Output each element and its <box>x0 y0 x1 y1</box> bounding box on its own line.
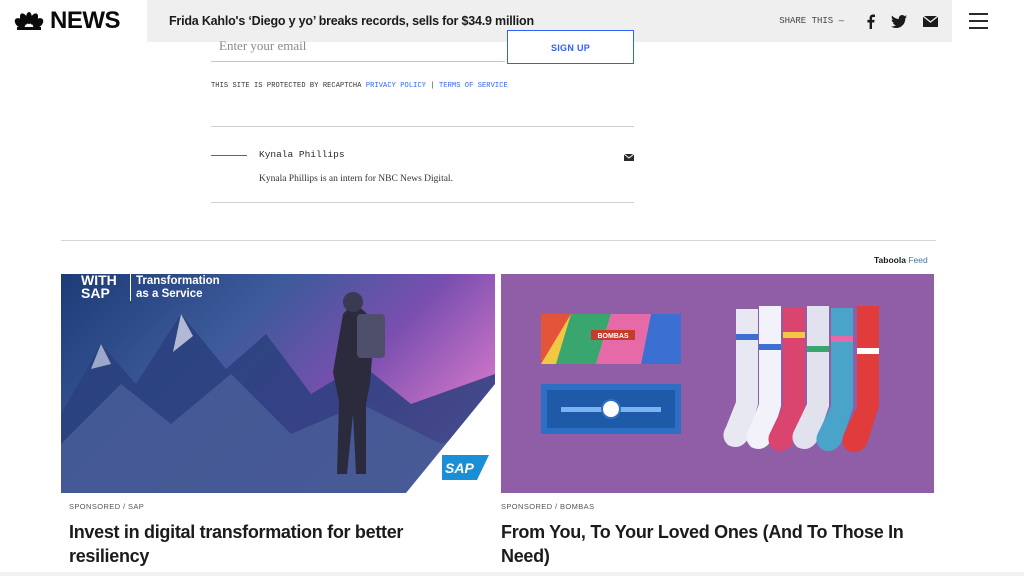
taboola-feed: Feed <box>908 255 928 265</box>
sponsored-card-sap[interactable]: WITH SAP Transformation as a Service SAP… <box>61 274 495 568</box>
ad-tagline: Transformation as a Service <box>136 275 220 300</box>
taboola-feed-label[interactable]: Taboola Feed <box>874 255 928 265</box>
privacy-policy-link[interactable]: PRIVACY POLICY <box>366 82 426 90</box>
nbc-news-logo[interactable]: NEWS <box>0 0 147 42</box>
terms-of-service-link[interactable]: TERMS OF SERVICE <box>439 82 508 90</box>
author-bio: Kynala Phillips is an intern for NBC New… <box>259 174 453 184</box>
box-label: BOMBAS <box>597 333 628 340</box>
link-separator: | <box>430 82 435 90</box>
bottom-edge <box>0 572 1024 576</box>
ad-with-sap-text: WITH SAP <box>81 274 117 301</box>
recaptcha-notice: THIS SITE IS PROTECTED BY RECAPTCHA PRIV… <box>211 82 508 90</box>
recaptcha-text: THIS SITE IS PROTECTED BY RECAPTCHA <box>211 82 362 90</box>
section-divider <box>61 240 936 241</box>
facebook-icon[interactable] <box>866 14 875 29</box>
socks-ad-image[interactable]: BOMBAS <box>501 274 934 493</box>
taboola-brand: Taboola <box>874 255 906 265</box>
signup-button[interactable]: SIGN UP <box>507 30 634 64</box>
card-title[interactable]: From You, To Your Loved Ones (And To Tho… <box>501 520 931 568</box>
sponsor-label: SPONSORED / BOMBAS <box>501 502 595 511</box>
twitter-icon[interactable] <box>891 14 907 28</box>
share-label: SHARE THIS — <box>779 16 844 26</box>
divider <box>211 126 634 127</box>
email-input[interactable] <box>211 30 505 62</box>
author-name[interactable]: Kynala Phillips <box>259 149 345 160</box>
socks-illustration: BOMBAS <box>541 306 879 452</box>
peacock-icon <box>14 12 44 30</box>
menu-icon[interactable] <box>952 0 1005 42</box>
sponsor-label: SPONSORED / SAP <box>69 502 145 511</box>
card-title[interactable]: Invest in digital transformation for bet… <box>69 520 449 568</box>
mail-icon[interactable] <box>923 15 938 27</box>
author-accent-line <box>211 155 247 156</box>
divider <box>211 202 634 203</box>
sap-logo: SAP <box>445 460 474 476</box>
mountain-hiker-illustration <box>61 292 495 493</box>
page: NEWS Frida Kahlo's ‘Diego y yo’ breaks r… <box>0 0 1024 576</box>
sap-ad-image[interactable]: WITH SAP Transformation as a Service SAP <box>61 274 495 493</box>
article-headline: Frida Kahlo's ‘Diego y yo’ breaks record… <box>169 14 534 28</box>
sponsored-card-bombas[interactable]: BOMBAS SPONSORED / BOMBAS From You, To Y… <box>501 274 934 568</box>
logo-text: NEWS <box>50 7 121 34</box>
author-mail-icon[interactable] <box>623 148 635 166</box>
ad-text-divider <box>130 274 131 301</box>
